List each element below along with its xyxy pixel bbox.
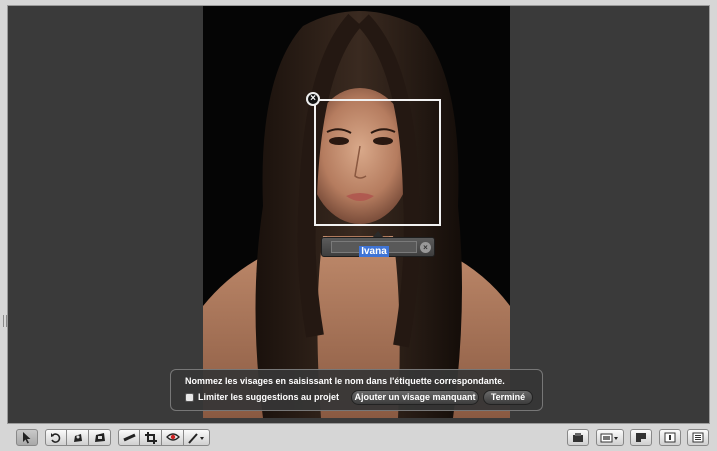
limit-suggestions-label[interactable]: Limiter les suggestions au projet xyxy=(198,392,339,402)
split-view-grip[interactable] xyxy=(3,315,7,327)
face-detection-box[interactable] xyxy=(314,99,441,226)
add-missing-face-button[interactable]: Ajouter un visage manquant xyxy=(351,390,479,405)
done-button[interactable]: Terminé xyxy=(483,390,533,405)
select-arrow-icon[interactable] xyxy=(16,429,38,446)
single-view-icon[interactable] xyxy=(659,429,681,446)
hud-instruction-text: Nommez les visages en saisissant le nom … xyxy=(185,376,505,386)
bottom-toolbar xyxy=(0,427,717,451)
stamp-icon[interactable] xyxy=(89,429,111,446)
faces-hud-panel: Nommez les visages en saisissant le nom … xyxy=(170,369,543,411)
rotate-left-icon[interactable] xyxy=(45,429,67,446)
crop-icon[interactable] xyxy=(140,429,162,446)
import-icon[interactable] xyxy=(567,429,589,446)
view-options-menu-icon[interactable] xyxy=(596,429,624,446)
clear-field-icon[interactable]: × xyxy=(420,242,431,253)
straighten-icon[interactable] xyxy=(118,429,140,446)
brush-menu-icon[interactable] xyxy=(184,429,210,446)
face-name-input[interactable]: Ivana xyxy=(331,241,417,257)
bookmark-icon[interactable] xyxy=(630,429,652,446)
close-circle-icon[interactable]: × xyxy=(306,92,320,106)
browser-view-icon[interactable] xyxy=(687,429,709,446)
red-eye-icon[interactable] xyxy=(162,429,184,446)
lift-stamp-icon[interactable] xyxy=(67,429,89,446)
face-name-tag[interactable]: Ivana × xyxy=(321,237,435,257)
face-name-text: Ivana xyxy=(359,246,389,257)
limit-suggestions-checkbox[interactable] xyxy=(185,393,194,402)
